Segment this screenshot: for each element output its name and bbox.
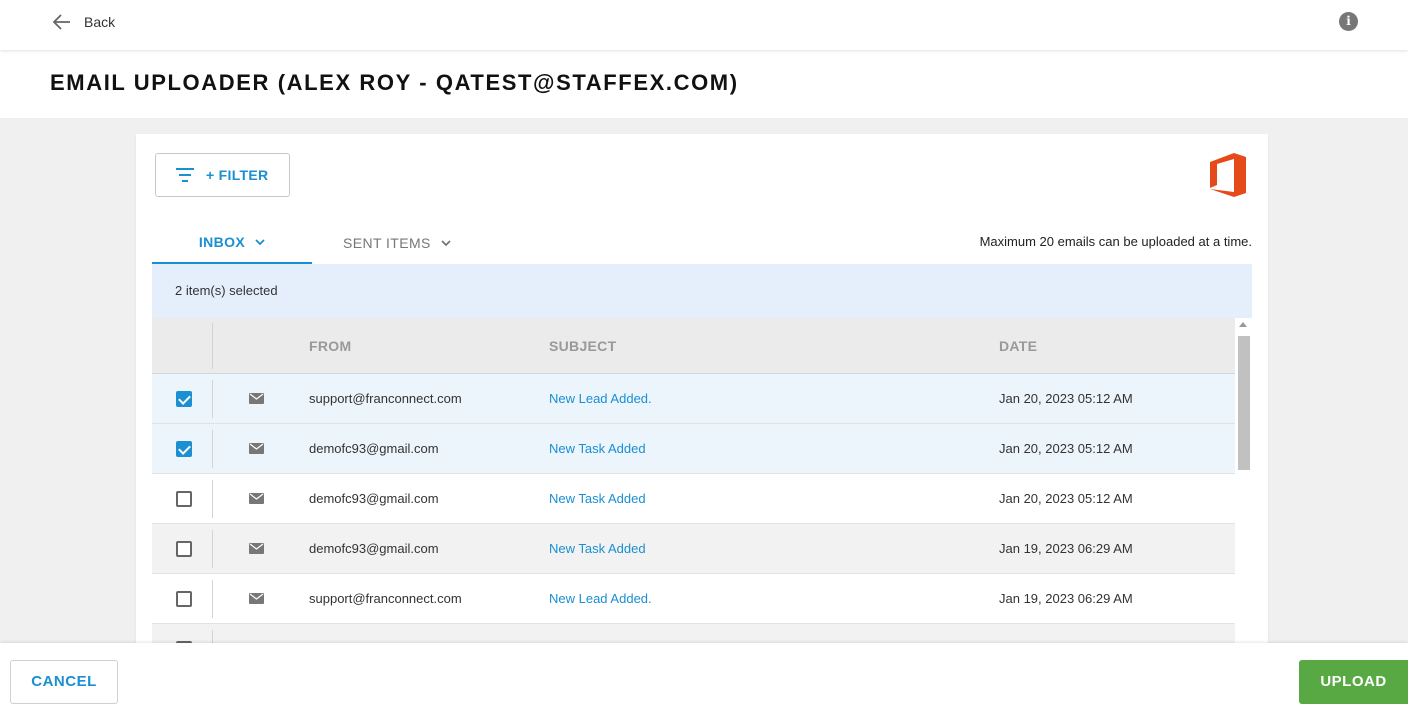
chevron-down-icon [441,239,451,246]
max-emails-note: Maximum 20 emails can be uploaded at a t… [979,234,1252,249]
row-from: demofc93@gmail.com [309,441,439,456]
tab-sent-items[interactable]: SENT ITEMS [343,222,451,264]
row-subject[interactable]: New Lead Added. [549,591,652,606]
column-divider [212,580,213,618]
table-row[interactable]: support@franconnect.com New Lead Added. … [152,574,1235,624]
footer-bar: CANCEL UPLOAD [0,643,1408,720]
table-row[interactable]: demofc93@gmail.com New Task Added Jan 20… [152,424,1235,474]
column-divider [212,530,213,568]
table-row[interactable]: support@franconnect.com New Lead Added. … [152,374,1235,424]
row-date: Jan 19, 2023 06:29 AM [999,591,1133,606]
filter-button[interactable]: + FILTER [155,153,290,197]
row-checkbox[interactable] [176,541,192,557]
upload-button[interactable]: UPLOAD [1299,660,1408,704]
page-header: EMAIL UPLOADER (ALEX ROY - QATEST@STAFFE… [0,50,1408,118]
row-date: Jan 20, 2023 05:12 AM [999,391,1133,406]
tab-inbox-label: INBOX [198,234,246,250]
row-date: Jan 20, 2023 05:12 AM [999,491,1133,506]
row-subject[interactable]: New Lead Added. [549,391,652,406]
arrow-left-icon [52,14,70,30]
tab-inbox[interactable]: INBOX [152,222,312,264]
table-row[interactable]: demofc93@gmail.com New Task Added Jan 20… [152,474,1235,524]
info-icon[interactable]: i [1339,12,1358,31]
table-scrollbar[interactable] [1236,318,1252,654]
row-checkbox[interactable] [176,391,192,407]
chevron-down-icon [255,238,265,245]
row-from: support@franconnect.com [309,391,462,406]
table-row[interactable]: demofc93@gmail.com New Task Added Jan 19… [152,524,1235,574]
top-bar: Back i [0,0,1408,50]
column-header-from[interactable]: FROM [309,338,351,354]
back-button[interactable]: Back [52,12,115,32]
column-header-date[interactable]: DATE [999,338,1037,354]
column-divider [212,430,213,468]
filter-label: + FILTER [206,167,269,183]
scroll-up-arrow-icon[interactable] [1239,322,1247,327]
row-date: Jan 20, 2023 05:12 AM [999,441,1133,456]
mail-icon [249,493,264,504]
mail-icon [249,593,264,604]
row-from: support@franconnect.com [309,591,462,606]
selection-count: 2 item(s) selected [175,283,278,298]
column-divider [212,323,213,369]
column-divider [212,480,213,518]
selection-bar: 2 item(s) selected [152,264,1252,318]
email-uploader-card: + FILTER INBOX SENT ITEMS Maximum 20 ema… [136,134,1268,654]
tab-sent-items-label: SENT ITEMS [343,235,431,251]
mail-icon [249,543,264,554]
row-checkbox[interactable] [176,591,192,607]
filter-lines-icon [176,168,194,182]
email-table: FROM SUBJECT DATE support@franconnect.co… [152,318,1235,654]
row-checkbox[interactable] [176,441,192,457]
mail-icon [249,443,264,454]
scroll-thumb[interactable] [1238,336,1250,470]
office-logo [1210,153,1246,197]
row-from: demofc93@gmail.com [309,491,439,506]
mail-icon [249,393,264,404]
cancel-button[interactable]: CANCEL [10,660,118,704]
row-subject[interactable]: New Task Added [549,541,646,556]
back-label: Back [84,14,116,30]
column-header-subject[interactable]: SUBJECT [549,338,616,354]
row-subject[interactable]: New Task Added [549,491,646,506]
row-checkbox[interactable] [176,491,192,507]
page-title: EMAIL UPLOADER (ALEX ROY - QATEST@STAFFE… [50,70,739,95]
table-header: FROM SUBJECT DATE [152,318,1235,374]
row-from: demofc93@gmail.com [309,541,439,556]
row-date: Jan 19, 2023 06:29 AM [999,541,1133,556]
row-subject[interactable]: New Task Added [549,441,646,456]
column-divider [212,380,213,418]
